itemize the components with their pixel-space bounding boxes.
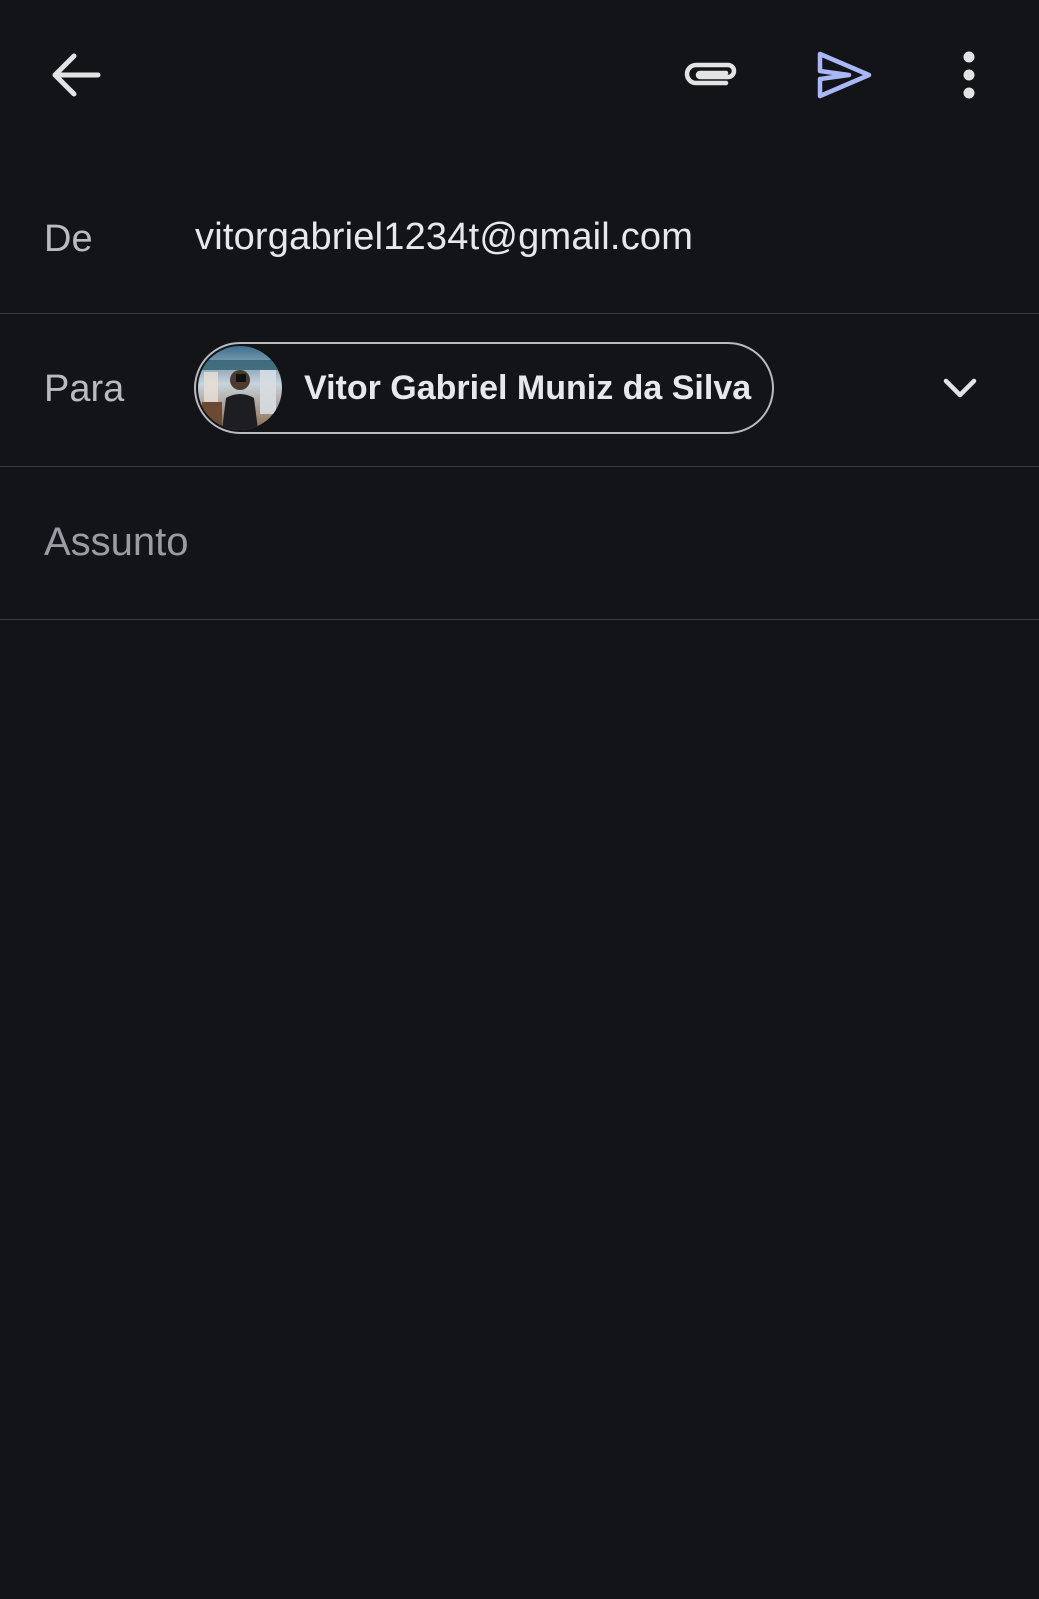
avatar (198, 346, 282, 430)
more-vert-icon (961, 51, 977, 99)
arrow-left-icon (50, 52, 102, 98)
expand-recipients-button[interactable] (928, 358, 992, 422)
recipient-chip[interactable]: Vitor Gabriel Muniz da Silva (194, 342, 774, 434)
subject-row (0, 467, 1039, 620)
top-app-bar (0, 0, 1039, 150)
more-options-button[interactable] (933, 39, 1005, 111)
from-label: De (44, 218, 93, 260)
attach-button[interactable] (676, 39, 748, 111)
from-row: De vitorgabriel1234t@gmail.com (0, 160, 1039, 314)
message-body-input[interactable] (0, 622, 1039, 1599)
recipient-name: Vitor Gabriel Muniz da Silva (304, 368, 752, 407)
chevron-down-icon (942, 376, 978, 405)
to-label: Para (44, 368, 125, 410)
from-address[interactable]: vitorgabriel1234t@gmail.com (195, 216, 693, 259)
to-row: Para Vitor Gabriel Muniz da Silva (0, 314, 1039, 467)
paperclip-icon (682, 57, 742, 93)
send-button[interactable] (808, 39, 880, 111)
subject-input[interactable] (44, 511, 994, 573)
send-icon (815, 50, 873, 100)
back-button[interactable] (40, 39, 112, 111)
